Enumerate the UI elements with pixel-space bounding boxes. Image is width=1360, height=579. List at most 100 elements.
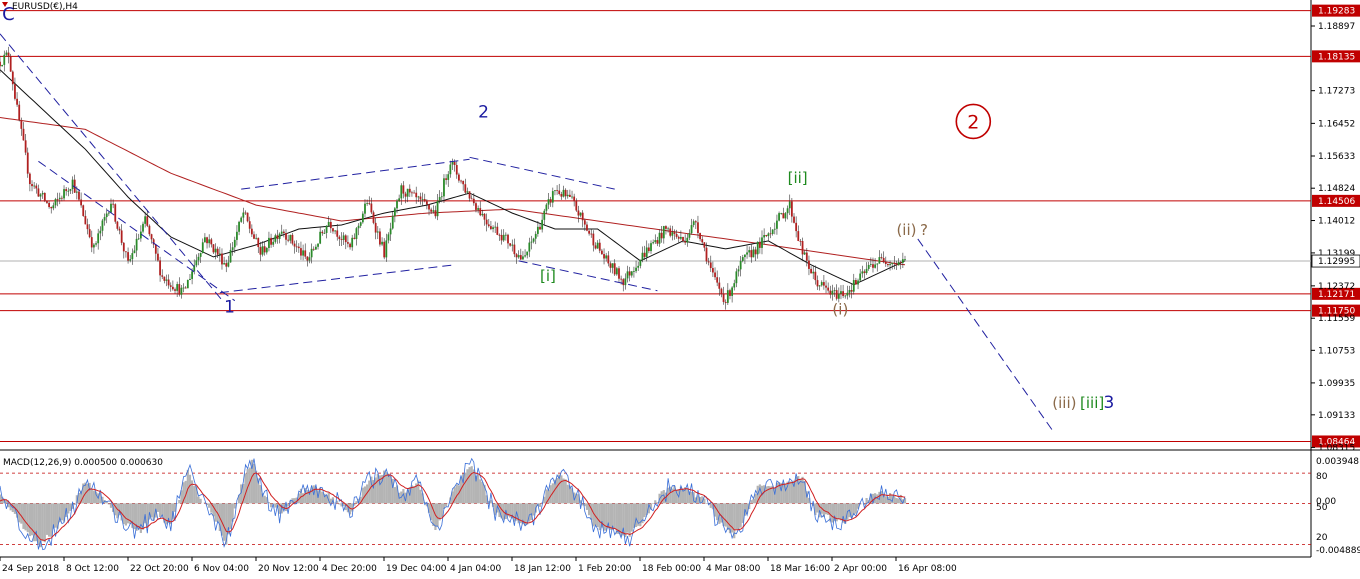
candle-body	[393, 208, 396, 217]
candle-body	[26, 152, 29, 174]
candle-body	[729, 290, 731, 296]
candle-body	[500, 234, 503, 241]
candle-body	[204, 237, 206, 243]
trend-line	[38, 160, 236, 302]
macd-histogram-bar	[193, 486, 196, 504]
candle-body	[250, 228, 253, 235]
candle-body	[744, 254, 746, 258]
price-tick-label: 1.09935	[1318, 379, 1355, 389]
candle-body	[724, 301, 727, 303]
macd-histogram-bar	[801, 476, 804, 504]
candle-body	[425, 201, 428, 205]
candle-body	[206, 237, 208, 244]
candle-body	[379, 231, 381, 245]
macd-histogram-bar	[24, 503, 27, 531]
candle-body	[428, 204, 430, 210]
candle-body	[547, 199, 550, 205]
candle-body	[221, 253, 223, 265]
candle-body	[114, 204, 117, 222]
candle-body	[840, 291, 842, 294]
candle-body	[863, 271, 866, 274]
time-tick-label: 2 Apr 00:00	[834, 564, 887, 574]
candle-body	[829, 290, 832, 295]
candle-body	[451, 161, 454, 165]
macd-histogram-bar	[188, 474, 192, 504]
macd-histogram-bar	[628, 503, 631, 537]
candle-body	[374, 222, 377, 233]
candle-body	[628, 271, 631, 276]
macd-histogram-bar	[654, 500, 657, 504]
candle-body	[238, 221, 240, 232]
wave-label: (iii)	[1052, 394, 1076, 412]
candle-body	[310, 248, 313, 258]
candle-body	[231, 247, 234, 250]
candle-body	[615, 268, 618, 275]
macd-histogram-bar	[865, 498, 868, 504]
candle-body	[178, 284, 181, 295]
candle-body	[712, 268, 714, 273]
time-axis: 24 Sep 2018 8 Oct 12:00 22 Oct 20:00 6 Nov …	[0, 557, 957, 574]
candle-body	[731, 287, 734, 296]
macd-histogram-bar	[440, 503, 443, 518]
candle-body	[701, 239, 704, 243]
candle-body	[530, 241, 533, 243]
candle-body	[511, 244, 514, 246]
candle-body	[353, 237, 356, 239]
macd-histogram-bar	[269, 503, 273, 508]
candle-body	[891, 262, 894, 265]
macd-histogram-bar	[854, 503, 858, 514]
macd-histogram-bar	[831, 503, 834, 523]
candle-body	[741, 257, 744, 261]
candle-body	[468, 191, 471, 199]
level-label: 1.14506	[1318, 197, 1355, 207]
macd-histogram-bar	[355, 501, 358, 504]
candle-body	[776, 220, 778, 229]
candle-body	[679, 236, 682, 239]
macd-histogram-bar	[690, 491, 693, 504]
candle-body	[161, 275, 164, 277]
candle-body	[558, 190, 561, 194]
wave-label: ?	[920, 221, 928, 239]
candle-body	[780, 213, 783, 214]
candle-body	[641, 252, 644, 260]
candle-body	[458, 174, 460, 181]
candle-body	[686, 237, 689, 243]
candle-body	[133, 250, 136, 254]
candle-body	[447, 174, 450, 180]
candle-body	[462, 180, 465, 185]
candle-body	[159, 260, 161, 276]
macd-histogram-bar	[92, 490, 96, 504]
candle-body	[93, 244, 95, 248]
candle-body	[699, 233, 701, 240]
candle-body	[660, 232, 663, 239]
candle-body	[822, 282, 825, 286]
candle-body	[289, 234, 292, 241]
candle-body	[263, 246, 266, 253]
candle-body	[65, 189, 68, 192]
candle-body	[376, 231, 379, 233]
candle-body	[872, 264, 874, 268]
candle-body	[5, 52, 8, 55]
candle-body	[317, 243, 319, 247]
candle-body	[808, 260, 810, 269]
candle-body	[336, 230, 339, 237]
candle-body	[86, 224, 89, 230]
macd-histogram-bar	[477, 474, 480, 504]
candle-body	[253, 234, 255, 239]
candle-body	[163, 276, 166, 281]
macd-histogram-bar	[223, 503, 226, 541]
candle-body	[534, 233, 537, 239]
candle-body	[761, 237, 763, 248]
candle-body	[332, 228, 334, 232]
candle-body	[571, 196, 573, 198]
macd-histogram-bar	[455, 484, 458, 504]
macd-histogram-bar	[287, 503, 290, 507]
candle-body	[84, 215, 87, 225]
candle-body	[383, 241, 386, 258]
candle-body	[368, 203, 371, 204]
candle-body	[859, 273, 862, 281]
candle-body	[673, 232, 676, 234]
macd-histogram-bar	[50, 503, 53, 537]
macd-title: MACD(12,26,9) 0.000500 0.000630	[3, 458, 163, 468]
candle-body	[763, 235, 766, 238]
